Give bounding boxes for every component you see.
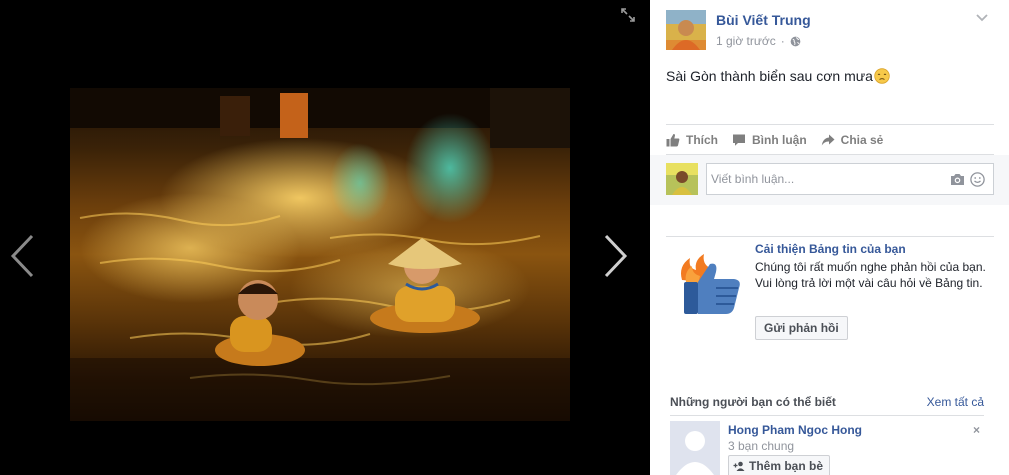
viewer-avatar bbox=[666, 163, 698, 195]
share-icon bbox=[821, 134, 835, 146]
divider bbox=[670, 415, 984, 416]
smile-icon[interactable] bbox=[970, 172, 985, 187]
thumbs-up-icon bbox=[681, 254, 740, 314]
pymk-header: Những người bạn có thể biết Xem tất cả bbox=[670, 395, 984, 413]
improve-feed-title[interactable]: Cải thiện Bảng tin của bạn bbox=[755, 242, 906, 256]
globe-icon[interactable] bbox=[790, 36, 801, 47]
author-name[interactable]: Bùi Viết Trung bbox=[716, 12, 811, 28]
improve-feed-card: Cải thiện Bảng tin của bạn Chúng tôi rất… bbox=[666, 236, 994, 346]
share-button[interactable]: Chia sẻ bbox=[821, 133, 884, 147]
send-feedback-button[interactable]: Gửi phản hồi bbox=[755, 316, 848, 340]
divider bbox=[666, 124, 994, 125]
pymk-mutual-friends[interactable]: 3 bạn chung bbox=[728, 439, 794, 453]
comment-button[interactable]: Bình luận bbox=[732, 133, 807, 147]
close-icon[interactable]: × bbox=[973, 423, 980, 437]
improve-feed-description: Chúng tôi rất muốn nghe phản hồi của bạn… bbox=[755, 260, 986, 290]
author-avatar[interactable] bbox=[666, 10, 706, 50]
comment-box bbox=[706, 163, 994, 195]
pymk-item: Hong Pham Ngoc Hong 3 bạn chung Thêm bạn… bbox=[670, 421, 984, 475]
comment-label: Bình luận bbox=[752, 133, 807, 147]
add-friend-button[interactable]: Thêm bạn bè bbox=[728, 455, 831, 475]
meta-separator: · bbox=[780, 34, 785, 48]
pymk-avatar[interactable] bbox=[670, 421, 720, 475]
like-icon bbox=[666, 133, 680, 147]
post-body: Sài Gòn thành biển sau cơn mưa bbox=[666, 68, 873, 84]
pymk-name[interactable]: Hong Pham Ngoc Hong bbox=[728, 423, 862, 437]
sad-emoji-icon bbox=[874, 68, 890, 84]
comment-input[interactable] bbox=[711, 172, 941, 186]
post-timestamp[interactable]: 1 giờ trước bbox=[716, 34, 776, 48]
post-meta: 1 giờ trước · bbox=[716, 34, 801, 48]
like-button[interactable]: Thích bbox=[666, 133, 718, 147]
post-actions: Thích Bình luận Chia sẻ bbox=[666, 131, 897, 149]
share-label: Chia sẻ bbox=[840, 133, 884, 147]
chevron-right-icon[interactable] bbox=[600, 233, 630, 279]
add-friend-label: Thêm bạn bè bbox=[749, 459, 824, 473]
expand-icon[interactable] bbox=[621, 8, 635, 22]
comment-composer bbox=[650, 155, 1009, 205]
photo-viewer bbox=[0, 0, 650, 475]
comment-icon bbox=[733, 134, 745, 146]
add-friend-icon bbox=[733, 461, 745, 471]
post-side-panel: Bùi Viết Trung 1 giờ trước · Sài Gòn thà… bbox=[650, 0, 1009, 475]
like-label: Thích bbox=[686, 133, 718, 147]
chevron-down-icon[interactable] bbox=[975, 13, 989, 23]
camera-icon[interactable] bbox=[950, 173, 965, 186]
chevron-left-icon[interactable] bbox=[8, 233, 38, 279]
pymk-title: Những người bạn có thể biết bbox=[670, 395, 836, 409]
post-header: Bùi Viết Trung 1 giờ trước · bbox=[666, 10, 993, 54]
post-text: Sài Gòn thành biển sau cơn mưa bbox=[666, 68, 890, 84]
post-photo[interactable] bbox=[70, 88, 570, 421]
see-all-link[interactable]: Xem tất cả bbox=[927, 395, 984, 409]
